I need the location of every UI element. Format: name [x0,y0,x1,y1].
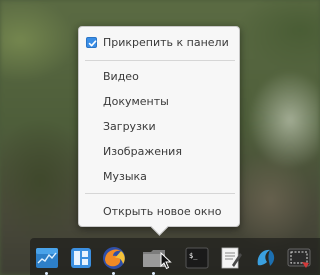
firefox-icon[interactable] [101,245,127,271]
screenshot-icon[interactable] [286,245,312,271]
svg-text:$_: $_ [189,252,198,260]
menu-item-videos[interactable]: Видео [103,70,139,84]
pin-label: Прикрепить к панели [103,36,229,49]
workspace-switcher-icon[interactable] [68,245,94,271]
text-editor-icon[interactable] [218,245,244,271]
system-monitor-icon[interactable] [34,245,60,271]
menu-item-pictures[interactable]: Изображения [103,145,182,159]
menu-item-open-new-window[interactable]: Открыть новое окно [103,205,221,219]
app-store-icon[interactable] [252,245,278,271]
menu-item-downloads[interactable]: Загрузки [103,120,156,134]
terminal-icon[interactable]: $_ [184,245,210,271]
menu-separator [85,60,235,61]
menu-item-documents[interactable]: Документы [103,95,169,109]
dock-item-context-menu: Прикрепить к панели Видео Документы Загр… [78,26,240,227]
pin-checkbox[interactable] [86,37,97,48]
menu-separator [85,193,235,194]
mouse-cursor-icon [160,252,172,270]
checkmark-icon [88,40,97,47]
menu-item-music[interactable]: Музыка [103,170,147,184]
